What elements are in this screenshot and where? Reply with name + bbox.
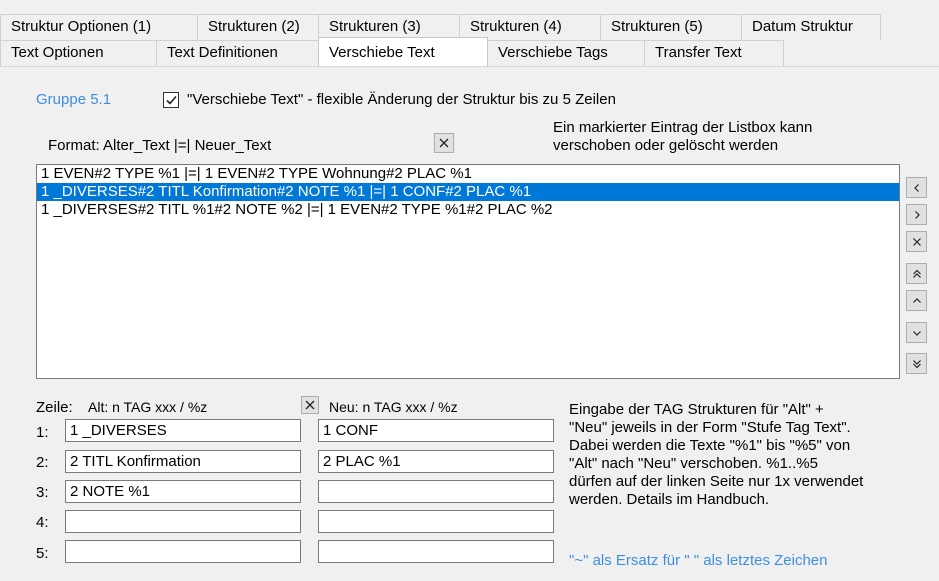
help-line-1: Eingabe der TAG Strukturen für "Alt" + xyxy=(569,401,824,418)
neu-field-4[interactable] xyxy=(318,510,554,533)
row-label-1: 1: xyxy=(36,424,49,441)
row-label-4: 4: xyxy=(36,514,49,531)
delete-entry-button[interactable] xyxy=(906,231,927,252)
tab-row-2: Text Optionen Text Definitionen Verschie… xyxy=(0,37,784,66)
neu-field-3[interactable] xyxy=(318,480,554,503)
help-line-4: "Alt" nach "Neu" verschoben. %1..%5 xyxy=(569,455,818,472)
tab-datum-struktur[interactable]: Datum Struktur xyxy=(741,14,881,40)
clear-list-button[interactable] xyxy=(434,133,454,153)
tab-strukturen-2[interactable]: Strukturen (2) xyxy=(197,14,319,40)
mapping-listbox[interactable]: 1 EVEN#2 TYPE %1 |=| 1 EVEN#2 TYPE Wohnu… xyxy=(36,164,900,379)
close-icon xyxy=(305,400,315,410)
tab-transfer-text[interactable]: Transfer Text xyxy=(644,40,784,66)
help-line-5: dürfen auf der linken Seite nur 1x verwe… xyxy=(569,473,864,490)
right-icon xyxy=(914,210,920,219)
move-bottom-button[interactable] xyxy=(906,353,927,374)
up-icon xyxy=(912,297,921,303)
alt-field-1[interactable]: 1 _DIVERSES xyxy=(65,419,301,442)
alt-field-5[interactable] xyxy=(65,540,301,563)
list-hint-line-1: Ein markierter Eintrag der Listbox kann xyxy=(553,119,813,136)
group-label: Gruppe 5.1 xyxy=(36,91,112,108)
neu-field-1[interactable]: 1 CONF xyxy=(318,419,554,442)
list-hint-line-2: verschoben oder gelöscht werden xyxy=(553,137,779,154)
move-right-button[interactable] xyxy=(906,204,927,225)
neu-header: Neu: n TAG xxx / %z xyxy=(329,399,458,415)
row-label-5: 5: xyxy=(36,545,49,562)
list-item[interactable]: 1 _DIVERSES#2 TITL %1#2 NOTE %2 |=| 1 EV… xyxy=(37,201,899,219)
format-label: Format: Alter_Text |=| Neuer_Text xyxy=(48,137,272,154)
checkmark-icon xyxy=(166,95,177,105)
alt-field-4[interactable] xyxy=(65,510,301,533)
checkbox-label: "Verschiebe Text" - flexible Änderung de… xyxy=(187,91,616,108)
move-top-button[interactable] xyxy=(906,263,927,284)
neu-field-2[interactable]: 2 PLAC %1 xyxy=(318,450,554,473)
tab-strukturen-5[interactable]: Strukturen (5) xyxy=(600,14,742,40)
tab-text-optionen[interactable]: Text Optionen xyxy=(0,40,157,66)
tab-struktur-optionen-1[interactable]: Struktur Optionen (1) xyxy=(0,14,198,40)
double-down-icon xyxy=(912,359,921,368)
footer-hint: "~" als Ersatz für " " als letztes Zeich… xyxy=(569,552,828,569)
move-left-button[interactable] xyxy=(906,177,927,198)
help-line-2: "Neu" jeweils in der Form "Stufe Tag Tex… xyxy=(569,419,851,436)
list-item[interactable]: 1 EVEN#2 TYPE %1 |=| 1 EVEN#2 TYPE Wohnu… xyxy=(37,165,899,183)
move-up-button[interactable] xyxy=(906,290,927,311)
clear-fields-button[interactable] xyxy=(301,396,319,414)
row-label-3: 3: xyxy=(36,484,49,501)
move-down-button[interactable] xyxy=(906,322,927,343)
row-label-2: 2: xyxy=(36,454,49,471)
flexible-change-checkbox[interactable] xyxy=(163,92,179,108)
down-icon xyxy=(912,330,921,336)
alt-field-3[interactable]: 2 NOTE %1 xyxy=(65,480,301,503)
list-item-selected[interactable]: 1 _DIVERSES#2 TITL Konfirmation#2 NOTE %… xyxy=(37,183,899,201)
help-text: Eingabe der TAG Strukturen für "Alt" + "… xyxy=(569,401,929,509)
list-hint: Ein markierter Eintrag der Listbox kann … xyxy=(553,119,812,155)
alt-field-2[interactable]: 2 TITL Konfirmation xyxy=(65,450,301,473)
tab-verschiebe-tags[interactable]: Verschiebe Tags xyxy=(487,40,645,66)
neu-field-5[interactable] xyxy=(318,540,554,563)
tab-verschiebe-text[interactable]: Verschiebe Text xyxy=(318,37,488,66)
left-icon xyxy=(913,183,919,192)
help-line-6: werden. Details im Handbuch. xyxy=(569,491,770,508)
close-icon xyxy=(912,237,921,246)
close-icon xyxy=(439,138,449,148)
zeile-label: Zeile: xyxy=(36,399,73,416)
help-line-3: Dabei werden die Texte "%1" bis "%5" von xyxy=(569,437,851,454)
alt-header: Alt: n TAG xxx / %z xyxy=(88,399,208,415)
double-up-icon xyxy=(912,269,921,278)
tab-text-definitionen[interactable]: Text Definitionen xyxy=(156,40,319,66)
